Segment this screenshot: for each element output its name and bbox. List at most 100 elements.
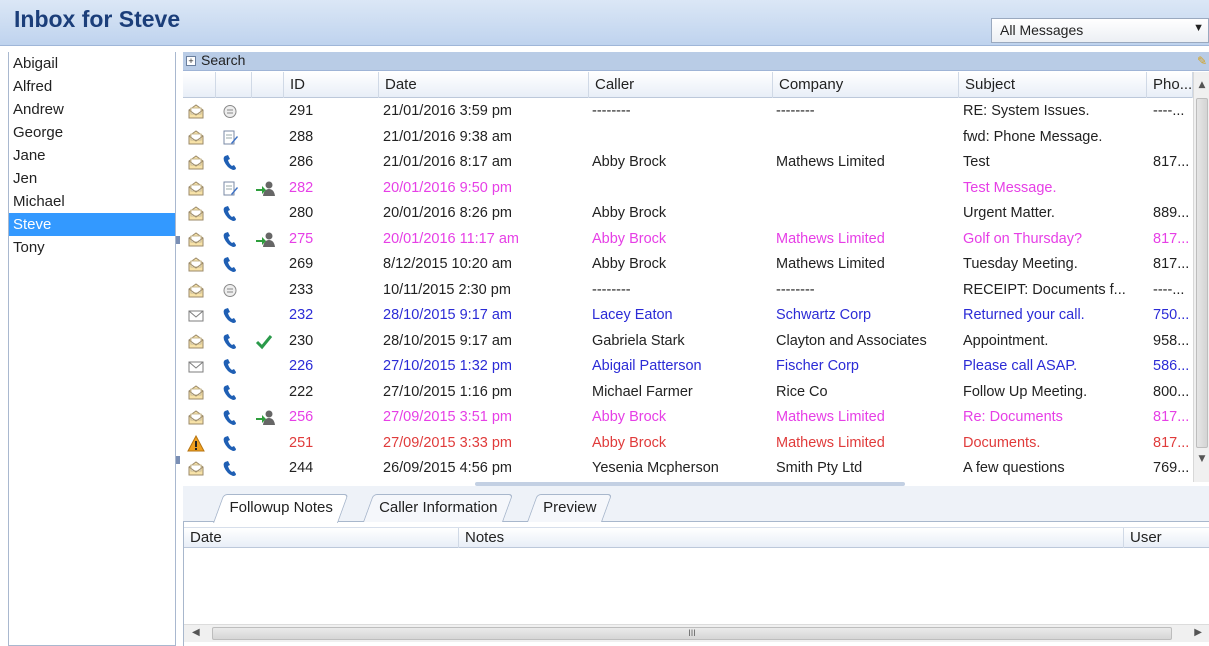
row-id: 282	[289, 179, 314, 196]
scroll-right-icon[interactable]: ▶	[1194, 627, 1202, 638]
check-icon	[255, 333, 273, 350]
row-subject: Urgent Matter.	[963, 205, 1055, 221]
pencil-icon[interactable]: ✎	[1197, 54, 1207, 68]
column-header-date[interactable]: Date	[379, 72, 589, 98]
row-caller: Abby Brock	[592, 409, 667, 425]
table-row[interactable]: 244 26/09/2015 4:56 pm Yesenia Mcpherson Sm…	[183, 456, 1193, 482]
row-caller: Abby Brock	[592, 205, 667, 221]
row-subject: fwd: Phone Message.	[963, 128, 1103, 145]
table-row[interactable]: 251 27/09/2015 3:33 pm Abby Brock Mathews L…	[183, 431, 1193, 457]
sidebar-item-abigail[interactable]: Abigail	[9, 52, 175, 75]
row-phone: ----...	[1153, 103, 1185, 119]
row-phone: 889...	[1153, 205, 1190, 221]
table-row[interactable]: 275 20/01/2016 11:17 am Abby Brock Mathews …	[183, 227, 1193, 253]
row-phone: ----...	[1153, 281, 1185, 298]
phone-icon	[221, 358, 239, 375]
table-row[interactable]: 282 20/01/2016 9:50 pm Test Message.	[183, 176, 1193, 202]
row-company: Mathews Limited	[776, 409, 885, 425]
user-list: Abigail Alfred Andrew George Jane Jen Michael S…	[8, 52, 176, 646]
table-row[interactable]: 291 21/01/2016 3:59 pm -------- -------- RE:…	[183, 99, 1193, 125]
transfer-user-icon	[255, 231, 275, 248]
row-phone: 817...	[1153, 230, 1190, 247]
row-phone: 817...	[1153, 154, 1190, 170]
tab-label: Followup Notes	[229, 499, 333, 516]
scroll-thumb[interactable]: III	[212, 627, 1172, 640]
scroll-down-icon[interactable]: ▼	[1194, 454, 1209, 470]
table-row[interactable]: 222 27/10/2015 1:16 pm Michael Farmer Rice …	[183, 380, 1193, 406]
column-header-date[interactable]: Date	[184, 528, 459, 548]
table-row[interactable]: 232 28/10/2015 9:17 am Lacey Eaton Schwartz…	[183, 303, 1193, 329]
table-row[interactable]: 280 20/01/2016 8:26 pm Abby Brock Urgent Ma…	[183, 201, 1193, 227]
column-header-status[interactable]	[183, 72, 216, 98]
row-company: Clayton and Associates	[776, 332, 927, 349]
message-filter-select[interactable]: All Messages ▼	[991, 18, 1209, 43]
row-subject: Follow Up Meeting.	[963, 383, 1088, 400]
column-header-caller[interactable]: Caller	[589, 72, 773, 98]
row-phone: 958...	[1153, 332, 1190, 349]
column-header-id[interactable]: ID	[284, 72, 379, 98]
scroll-left-icon[interactable]: ◀	[192, 627, 200, 638]
phone-icon	[221, 409, 239, 426]
row-caller: Abby Brock	[592, 230, 667, 247]
column-header-notes[interactable]: Notes	[459, 528, 1124, 548]
row-phone: 817...	[1153, 256, 1190, 272]
column-header-type[interactable]	[216, 72, 252, 98]
table-row[interactable]: 269 8/12/2015 10:20 am Abby Brock Mathews L…	[183, 252, 1193, 278]
horizontal-scrollbar[interactable]: ◀ III ▶	[184, 624, 1209, 642]
row-phone: 817...	[1153, 434, 1190, 451]
window-title: Inbox for Steve	[14, 6, 181, 32]
column-header-user[interactable]: User	[1124, 528, 1209, 548]
splitter-grip[interactable]	[176, 456, 180, 464]
sidebar-item-steve[interactable]: Steve	[9, 213, 175, 236]
phone-icon	[221, 154, 239, 171]
row-caller: Gabriela Stark	[592, 332, 685, 349]
table-row[interactable]: 226 27/10/2015 1:32 pm Abigail Patterson Fi…	[183, 354, 1193, 380]
row-company: --------	[776, 281, 815, 298]
row-date: 21/01/2016 9:38 am	[383, 128, 512, 145]
row-company: Fischer Corp	[776, 358, 859, 374]
search-panel[interactable]: + Search ✎	[183, 52, 1209, 71]
scroll-thumb[interactable]	[1196, 98, 1208, 448]
row-id: 288	[289, 128, 314, 145]
splitter-grip[interactable]	[176, 236, 180, 244]
table-row[interactable]: 233 10/11/2015 2:30 pm -------- -------- REC…	[183, 278, 1193, 304]
tab-preview[interactable]: Preview	[527, 494, 613, 522]
tab-caller-information[interactable]: Caller Information	[363, 494, 514, 522]
sidebar-item-george[interactable]: George	[9, 121, 175, 144]
sidebar-item-jen[interactable]: Jen	[9, 167, 175, 190]
column-header-phone[interactable]: Pho...	[1147, 72, 1193, 98]
column-header-company[interactable]: Company	[773, 72, 959, 98]
transfer-user-icon	[255, 180, 275, 197]
row-subject: Documents.	[963, 434, 1041, 451]
transfer-user-icon	[255, 409, 275, 426]
sidebar-item-andrew[interactable]: Andrew	[9, 98, 175, 121]
table-row[interactable]: 256 27/09/2015 3:51 pm Abby Brock Mathews L…	[183, 405, 1193, 431]
phone-icon	[221, 384, 239, 401]
row-company: Rice Co	[776, 383, 828, 400]
row-date: 20/01/2016 11:17 am	[383, 230, 519, 247]
table-row[interactable]: 286 21/01/2016 8:17 am Abby Brock Mathews L…	[183, 150, 1193, 176]
envelope-open-icon	[187, 205, 205, 222]
envelope-open-icon	[187, 231, 205, 248]
vertical-scrollbar[interactable]: ▲ ▼	[1193, 72, 1209, 482]
row-id: 226	[289, 358, 314, 374]
column-header-subject[interactable]: Subject	[959, 72, 1147, 98]
row-date: 27/10/2015 1:32 pm	[383, 358, 512, 374]
expand-icon[interactable]: +	[186, 56, 196, 66]
phone-icon	[221, 205, 239, 222]
sidebar-item-jane[interactable]: Jane	[9, 144, 175, 167]
row-caller: --------	[592, 103, 631, 119]
table-row[interactable]: 230 28/10/2015 9:17 am Gabriela Stark Clayt…	[183, 329, 1193, 355]
row-date: 20/01/2016 8:26 pm	[383, 205, 512, 221]
scroll-up-icon[interactable]: ▲	[1194, 80, 1209, 96]
table-row[interactable]: 288 21/01/2016 9:38 am fwd: Phone Message.	[183, 125, 1193, 151]
column-header-flag[interactable]	[252, 72, 284, 98]
row-id: 230	[289, 332, 314, 349]
sidebar-item-michael[interactable]: Michael	[9, 190, 175, 213]
row-phone: 769...	[1153, 460, 1190, 476]
sidebar-item-alfred[interactable]: Alfred	[9, 75, 175, 98]
tab-followup-notes[interactable]: Followup Notes	[213, 494, 349, 523]
sidebar-item-tony[interactable]: Tony	[9, 236, 175, 259]
row-date: 28/10/2015 9:17 am	[383, 307, 512, 323]
row-subject: Please call ASAP.	[963, 358, 1078, 374]
